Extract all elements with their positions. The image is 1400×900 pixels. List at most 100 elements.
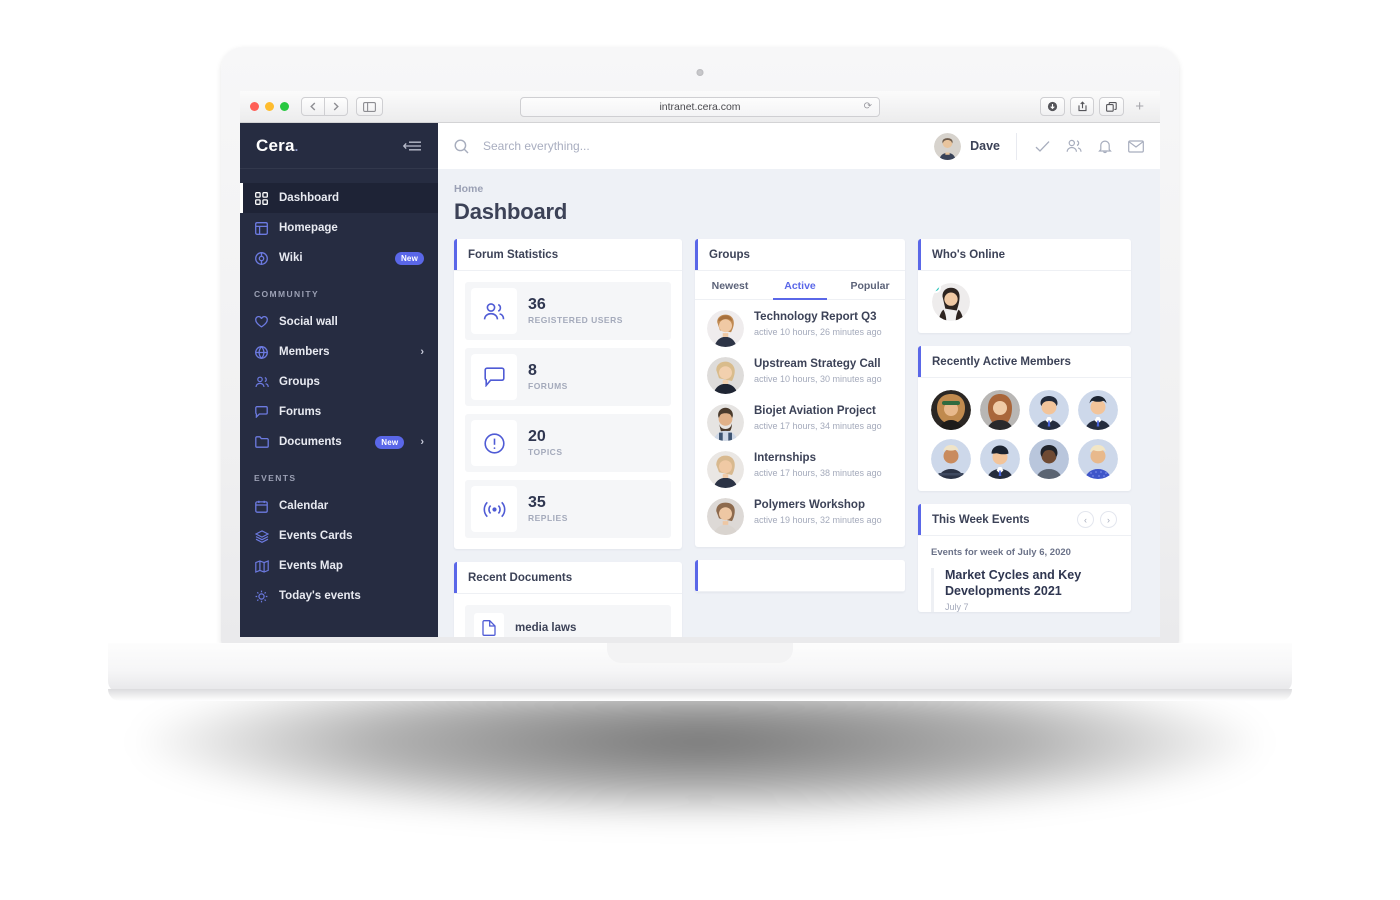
tabs-overview-icon[interactable] [1099, 97, 1125, 116]
recently-active-members-card: Recently Active Members [918, 346, 1131, 491]
laptop-base-front [108, 689, 1292, 701]
list-item[interactable]: Biojet Aviation Project active 17 hours,… [707, 404, 893, 441]
card-header: Who's Online [918, 239, 1131, 271]
sidebar-item-groups[interactable]: Groups [240, 367, 438, 397]
list-item[interactable]: Market Cycles and Key Developments 2021 … [931, 568, 1118, 613]
avatar[interactable] [931, 390, 971, 430]
chevron-right-icon: › [420, 436, 424, 448]
list-item[interactable]: Internships active 17 hours, 38 minutes … [707, 451, 893, 488]
stat-text: 35 REPLIES [517, 493, 568, 524]
breadcrumb[interactable]: Home [454, 183, 1144, 195]
map-icon [254, 559, 269, 574]
new-tab-button[interactable]: + [1129, 98, 1150, 115]
sidebar-item-dashboard[interactable]: Dashboard [240, 183, 438, 213]
stat-topics[interactable]: 20 TOPICS [465, 414, 671, 472]
avatar[interactable] [932, 283, 970, 321]
stat-registered-users[interactable]: 36 REGISTERED USERS [465, 282, 671, 340]
avatar[interactable] [1029, 439, 1069, 479]
avatar[interactable] [1078, 439, 1118, 479]
list-item[interactable]: media laws [465, 605, 671, 637]
avatar[interactable] [1078, 390, 1118, 430]
sidebar-item-events-map[interactable]: Events Map [240, 551, 438, 581]
avatar[interactable] [1029, 390, 1069, 430]
event-title: Market Cycles and Key Developments 2021 [945, 568, 1082, 598]
list-item[interactable]: Polymers Workshop active 19 hours, 32 mi… [707, 498, 893, 535]
minimize-window-button[interactable] [265, 102, 274, 111]
groups-card: Groups Newest Active Popular Technology … [695, 239, 905, 547]
mail-icon[interactable] [1128, 139, 1144, 153]
reload-icon[interactable]: ⟳ [864, 101, 872, 112]
sidebar-item-homepage[interactable]: Homepage [240, 213, 438, 243]
close-window-button[interactable] [250, 102, 259, 111]
sidebar-item-social-wall[interactable]: Social wall [240, 307, 438, 337]
search-input[interactable]: Search everything... [483, 139, 934, 153]
sidebar-item-forums[interactable]: Forums [240, 397, 438, 427]
sidebar-item-label: Today's events [279, 590, 361, 602]
sidebar-item-members[interactable]: Members › [240, 337, 438, 367]
group-meta: active 17 hours, 34 minutes ago [754, 421, 882, 432]
stat-forums[interactable]: 8 FORUMS [465, 348, 671, 406]
sidebar-item-label: Events Cards [279, 530, 353, 542]
sidebar-item-documents[interactable]: Documents New › [240, 427, 438, 457]
sidebar-item-label: Events Map [279, 560, 343, 572]
people-icon[interactable] [1066, 139, 1082, 153]
top-bar-icons [1017, 139, 1144, 154]
avatar [707, 357, 744, 394]
address-bar[interactable]: intranet.cera.com ⟳ [520, 96, 880, 117]
list-item[interactable]: Upstream Strategy Call active 10 hours, … [707, 357, 893, 394]
broadcast-stat-icon [471, 486, 517, 532]
avatar[interactable] [980, 390, 1020, 430]
brand-logo[interactable]: Cera. [256, 136, 298, 156]
card-header [695, 560, 905, 592]
sidebar-item-todays-events[interactable]: Today's events [240, 581, 438, 611]
bell-icon[interactable] [1098, 139, 1112, 154]
sidebar-item-calendar[interactable]: Calendar [240, 491, 438, 521]
folder-icon [254, 435, 269, 450]
check-icon[interactable] [1035, 140, 1050, 153]
recent-documents-card: Recent Documents media laws [454, 562, 682, 637]
back-button[interactable] [301, 97, 325, 116]
sidebar-item-label: Forums [279, 406, 322, 418]
search-icon[interactable] [454, 139, 469, 154]
maximize-window-button[interactable] [280, 102, 289, 111]
stat-replies[interactable]: 35 REPLIES [465, 480, 671, 538]
user-menu[interactable]: Dave [934, 132, 1017, 160]
browser-chrome: intranet.cera.com ⟳ + [240, 91, 1160, 123]
column-middle: Groups Newest Active Popular Technology … [695, 239, 905, 592]
avatar [707, 498, 744, 535]
sidebar-item-label: Wiki [279, 252, 303, 264]
share-icon[interactable] [1070, 97, 1095, 116]
sidebar-toggle-button[interactable] [356, 97, 383, 116]
avatar[interactable] [980, 439, 1020, 479]
sidebar-item-events-cards[interactable]: Events Cards [240, 521, 438, 551]
sidebar-item-label: Homepage [279, 222, 338, 234]
card-title: Forum Statistics [468, 248, 559, 261]
brand-header: Cera. [240, 123, 438, 169]
stat-value: 35 [528, 493, 546, 511]
list-item[interactable]: Technology Report Q3 active 10 hours, 26… [707, 310, 893, 347]
badge-new: New [394, 251, 424, 265]
window-controls[interactable] [250, 102, 289, 111]
layers-icon [254, 529, 269, 544]
next-week-button[interactable]: › [1100, 511, 1117, 528]
sidebar-item-wiki[interactable]: Wiki New [240, 243, 438, 273]
prev-week-button[interactable]: ‹ [1077, 511, 1094, 528]
avatar[interactable] [931, 439, 971, 479]
download-icon[interactable] [1040, 97, 1066, 116]
stat-label: FORUMS [528, 381, 568, 392]
sidebar-item-label: Calendar [279, 500, 329, 512]
stat-value: 20 [528, 427, 546, 445]
stat-value: 36 [528, 295, 546, 313]
calendar-icon [254, 499, 269, 514]
sidebar-item-label: Documents [279, 436, 342, 448]
tab-newest[interactable]: Newest [695, 271, 765, 299]
forward-button[interactable] [324, 97, 348, 116]
tab-active[interactable]: Active [765, 271, 835, 300]
collapse-sidebar-icon[interactable] [403, 140, 422, 152]
layout-icon [254, 221, 269, 236]
webcam-icon [696, 69, 704, 76]
group-name: Upstream Strategy Call [754, 358, 881, 370]
card-header: Recent Documents [454, 562, 682, 594]
tab-popular[interactable]: Popular [835, 271, 905, 299]
browser-nav-group[interactable] [301, 97, 348, 116]
